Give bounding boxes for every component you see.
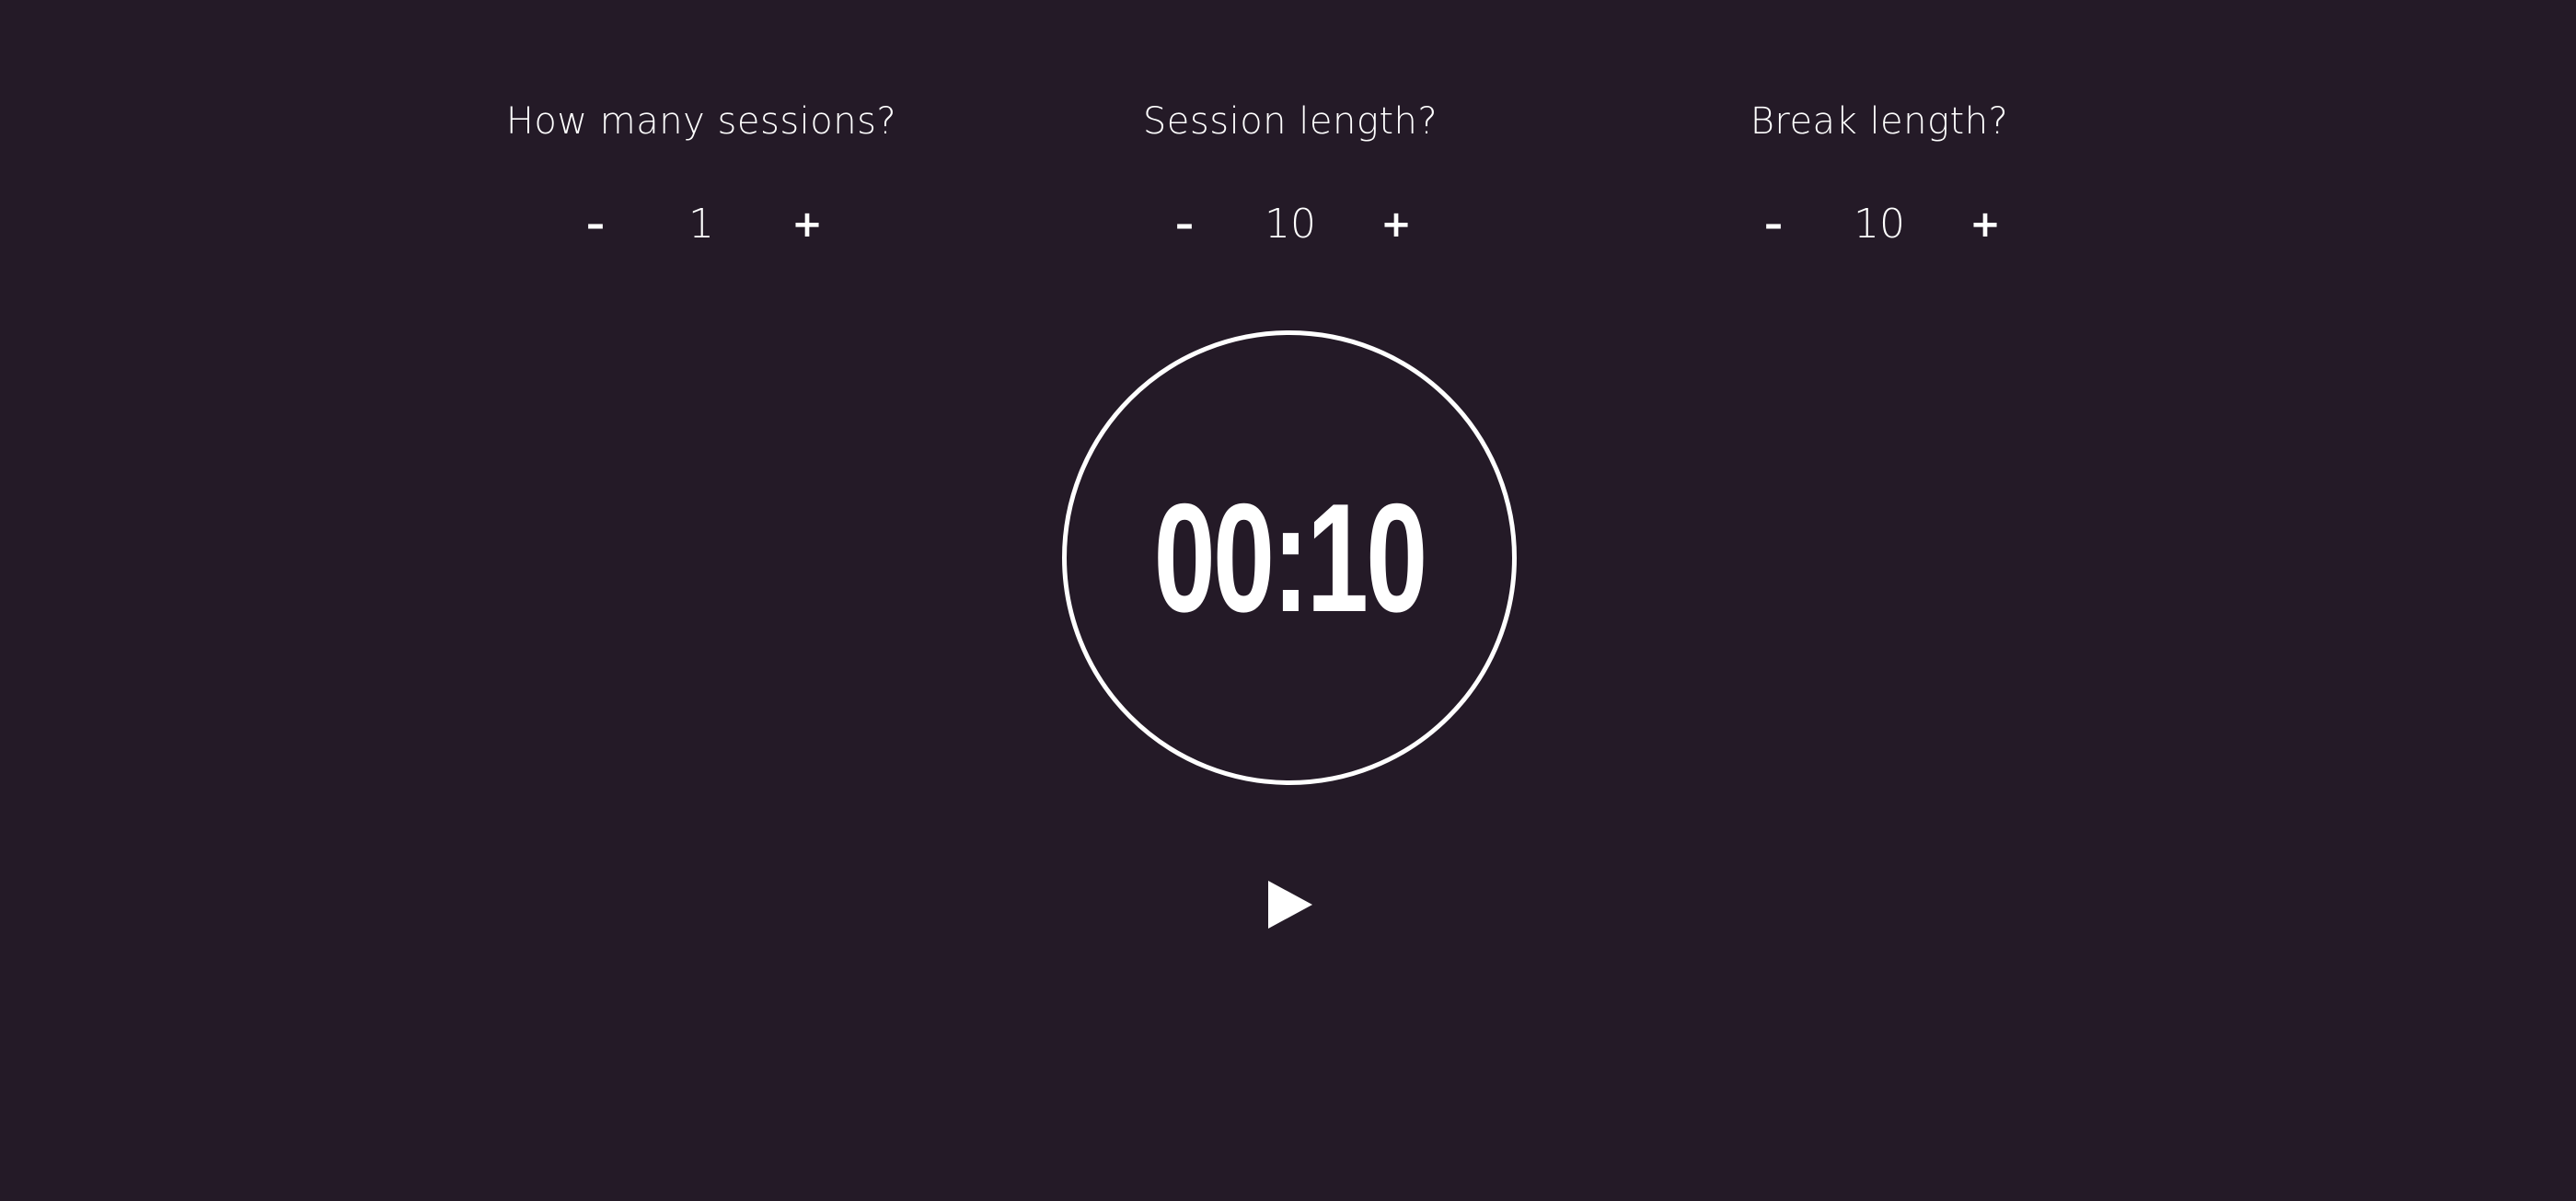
timer-display: 00:10 xyxy=(1153,471,1428,644)
session-length-increment-button[interactable]: + xyxy=(1350,188,1442,261)
break-length-control: Break length? – 10 + xyxy=(1603,92,2155,261)
break-length-stepper: – 10 + xyxy=(1603,188,2155,261)
session-length-label: Session length? xyxy=(1142,100,1438,143)
sessions-control: How many sessions? – 1 + xyxy=(425,92,977,261)
session-length-value: 10 xyxy=(1265,201,1316,248)
sessions-label: How many sessions? xyxy=(505,100,897,143)
play-icon xyxy=(1268,881,1312,929)
break-length-decrement-button[interactable]: – xyxy=(1727,188,1819,261)
play-button[interactable] xyxy=(1266,879,1314,930)
session-length-control: Session length? – 10 + xyxy=(1014,92,1566,261)
pomodoro-app: How many sessions? – 1 + Session length?… xyxy=(0,0,2576,1201)
break-length-label: Break length? xyxy=(1750,100,2009,143)
sessions-increment-button[interactable]: + xyxy=(761,188,853,261)
break-length-increment-button[interactable]: + xyxy=(1939,188,2031,261)
sessions-decrement-button[interactable]: – xyxy=(549,188,641,261)
session-length-stepper: – 10 + xyxy=(1014,188,1566,261)
session-length-decrement-button[interactable]: – xyxy=(1138,188,1230,261)
sessions-value: 1 xyxy=(688,201,714,248)
break-length-value: 10 xyxy=(1854,201,1905,248)
sessions-stepper: – 1 + xyxy=(425,188,977,261)
